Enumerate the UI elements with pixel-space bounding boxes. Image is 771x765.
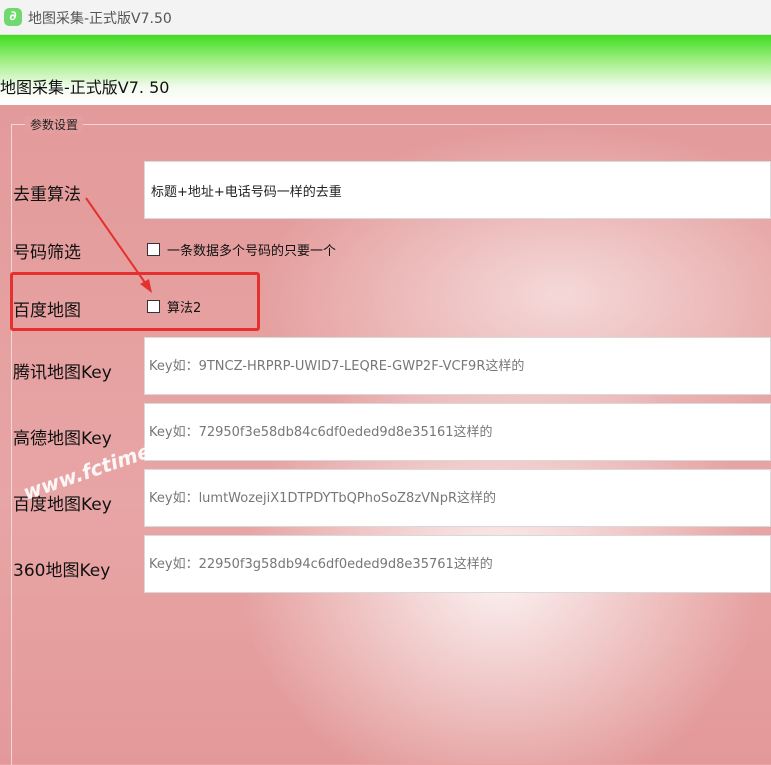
phone-filter-label: 号码筛选 — [13, 243, 81, 263]
window-titlebar: ∂ 地图采集-正式版V7.50 — [0, 0, 771, 35]
params-group-label: 参数设置 — [25, 116, 84, 133]
gaode-key-label: 高德地图Key — [13, 429, 112, 449]
app-title: 地图采集-正式版V7. 50 — [0, 78, 170, 97]
phone-filter-checkbox-label: 一条数据多个号码的只要一个 — [167, 243, 337, 259]
360-key-label: 360地图Key — [13, 561, 111, 581]
leaf-icon: ∂ — [4, 8, 22, 26]
highlight-annotation-box — [10, 272, 260, 331]
360-key-input[interactable] — [144, 535, 771, 593]
tencent-key-input[interactable] — [144, 337, 771, 395]
gaode-key-input[interactable] — [144, 403, 771, 461]
phone-filter-checkbox[interactable] — [147, 242, 160, 256]
dedup-input[interactable] — [144, 161, 771, 219]
dedup-label: 去重算法 — [13, 185, 81, 205]
baidu-key-input[interactable] — [144, 469, 771, 527]
phone-filter-checkbox-row[interactable]: 一条数据多个号码的只要一个 — [147, 240, 337, 259]
tencent-key-label: 腾讯地图Key — [13, 363, 112, 383]
window-title: 地图采集-正式版V7.50 — [28, 11, 172, 27]
